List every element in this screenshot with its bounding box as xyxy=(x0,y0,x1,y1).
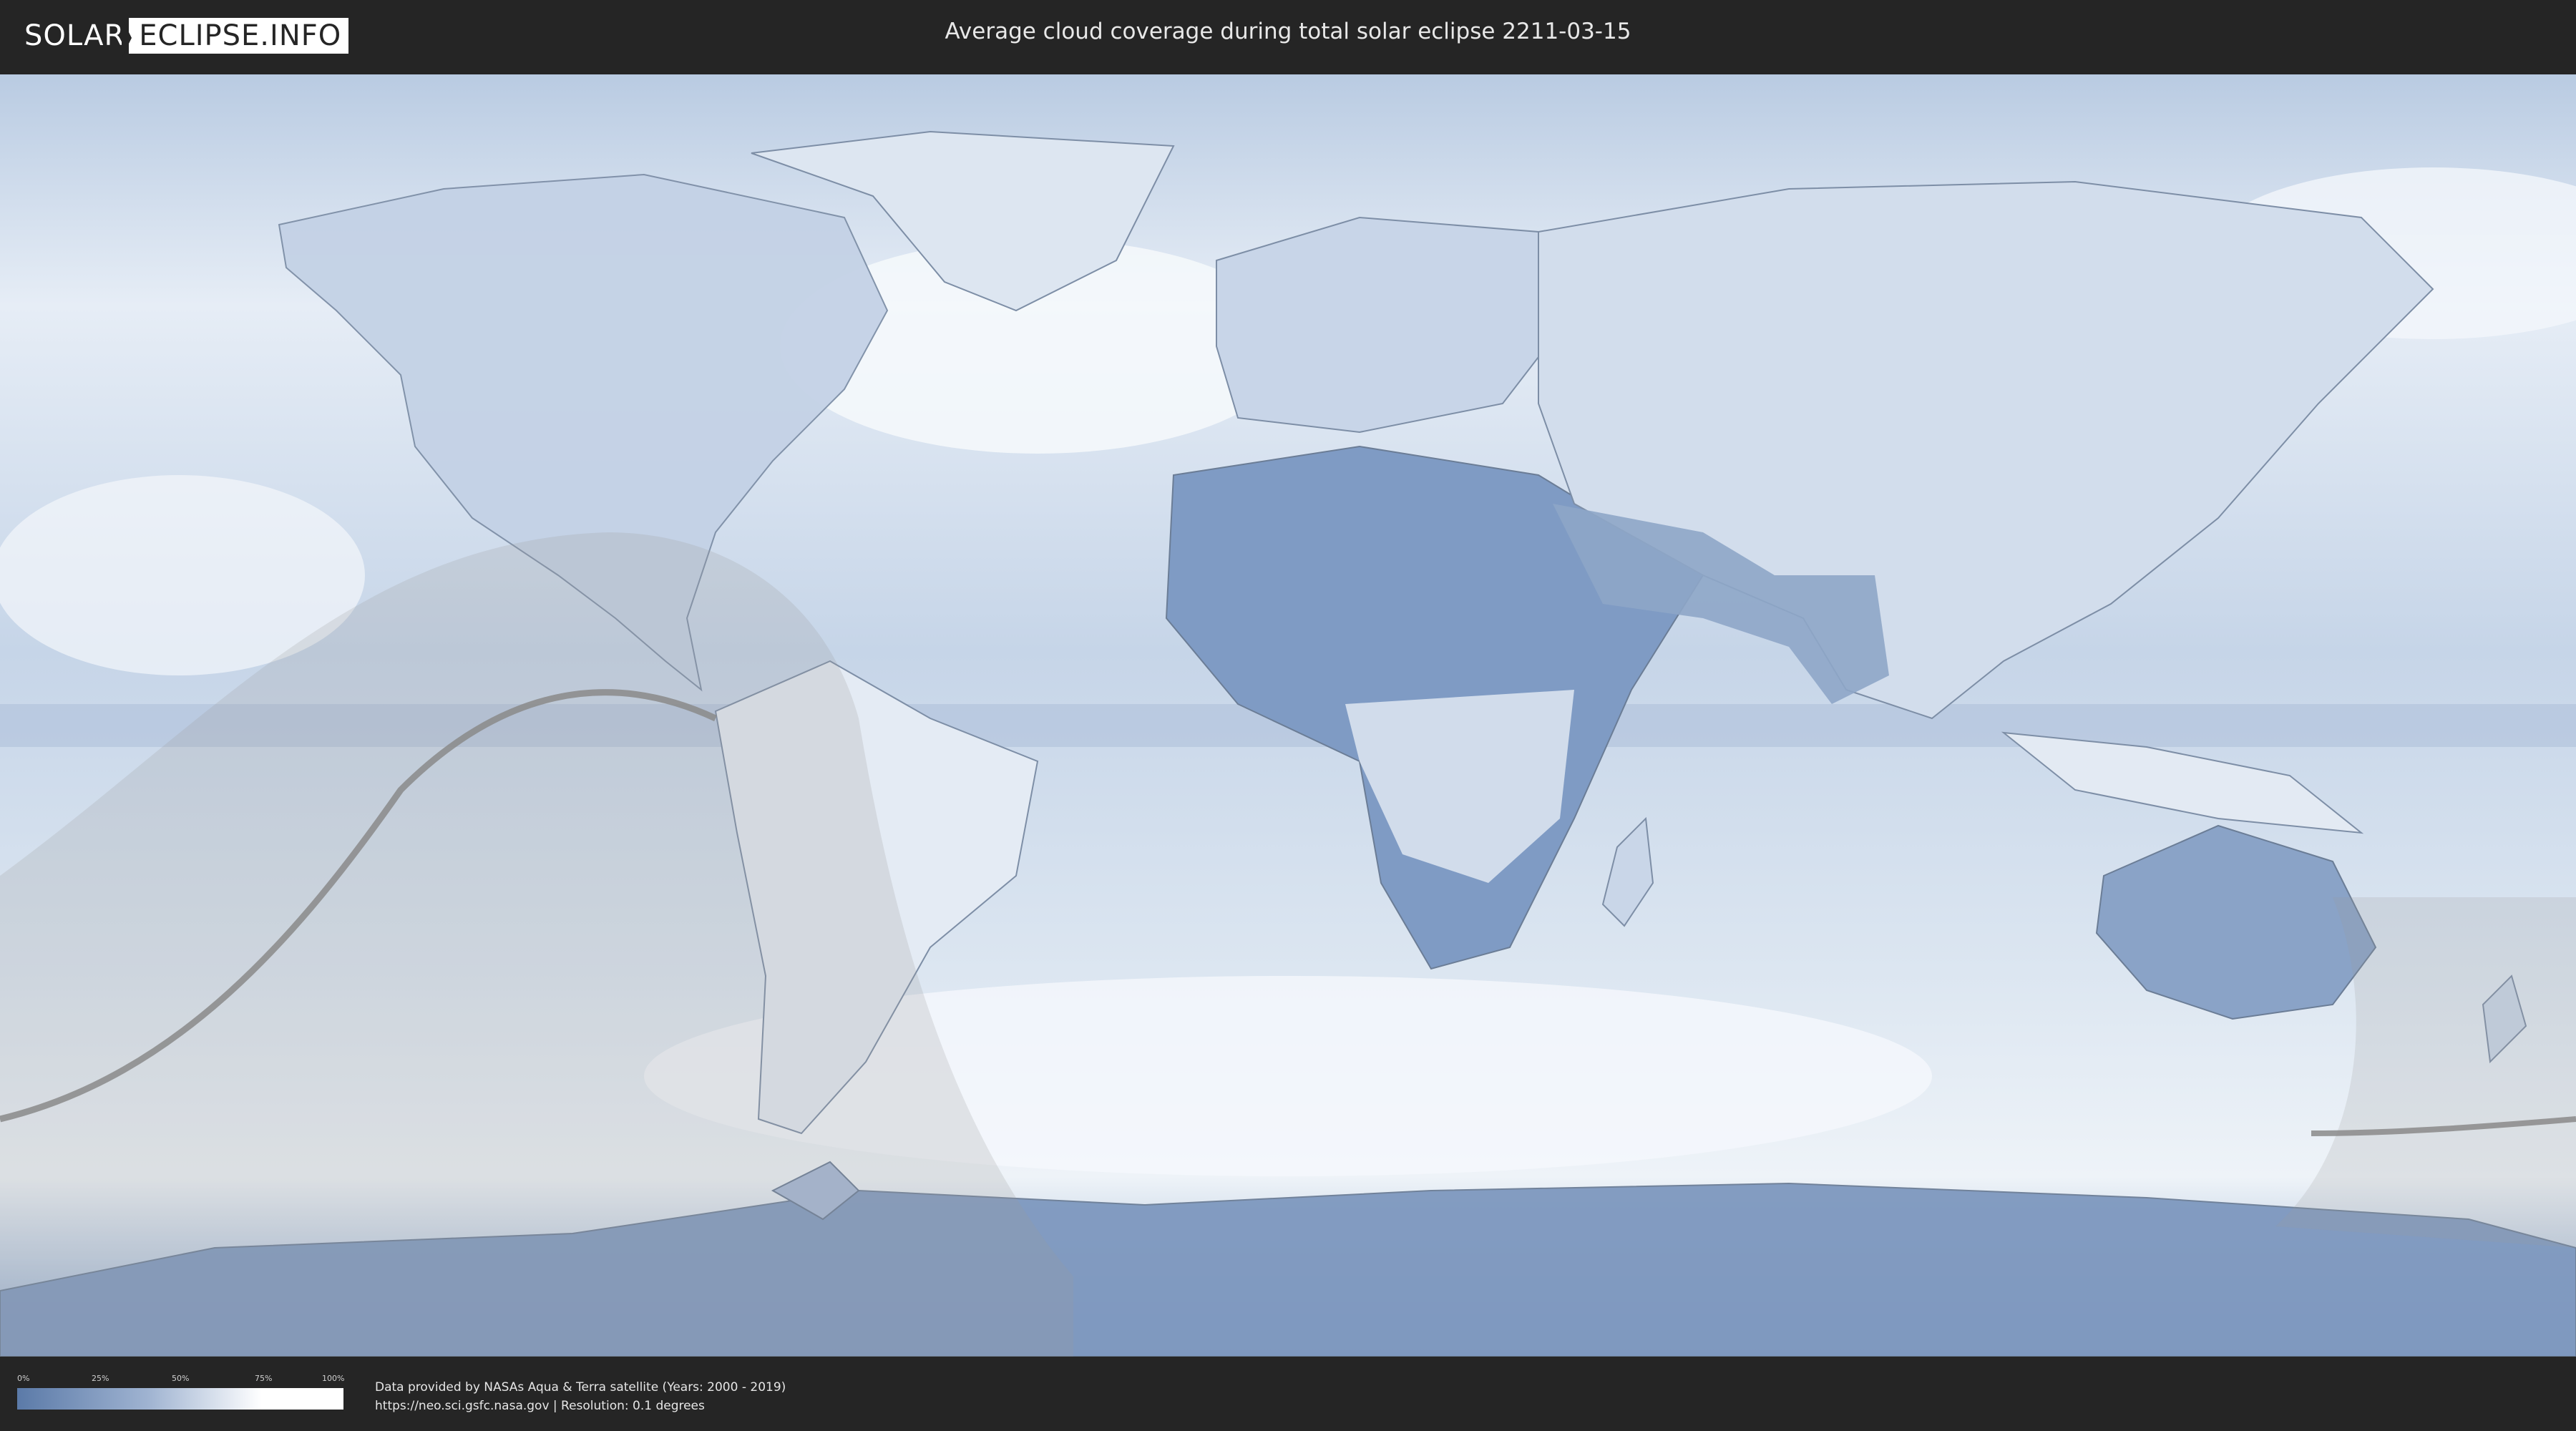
legend-tick-0: 0% xyxy=(17,1374,30,1383)
page-title: Average cloud coverage during total sola… xyxy=(945,19,1631,44)
footer-bar: 0% 25% 50% 75% 100% Data provided by NAS… xyxy=(0,1357,2576,1431)
legend-tick-25: 25% xyxy=(92,1374,109,1383)
legend-color-bar xyxy=(17,1388,343,1410)
credits-line-url[interactable]: https://neo.sci.gsfc.nasa.gov | Resoluti… xyxy=(375,1397,786,1415)
header-bar: SOLAR ECLIPSE.INFO Average cloud coverag… xyxy=(0,0,2576,74)
cloud-coverage-legend: 0% 25% 50% 75% 100% xyxy=(17,1374,345,1411)
legend-tick-100: 100% xyxy=(322,1374,345,1383)
credits-line-source: Data provided by NASAs Aqua & Terra sate… xyxy=(375,1380,786,1395)
data-credits: Data provided by NASAs Aqua & Terra sate… xyxy=(375,1378,786,1415)
legend-tick-50: 50% xyxy=(172,1374,190,1383)
legend-tick-75: 75% xyxy=(255,1374,273,1383)
world-map-svg xyxy=(0,74,2576,1357)
legend-ticks: 0% 25% 50% 75% 100% xyxy=(17,1374,345,1385)
cloud-coverage-map[interactable] xyxy=(0,74,2576,1357)
